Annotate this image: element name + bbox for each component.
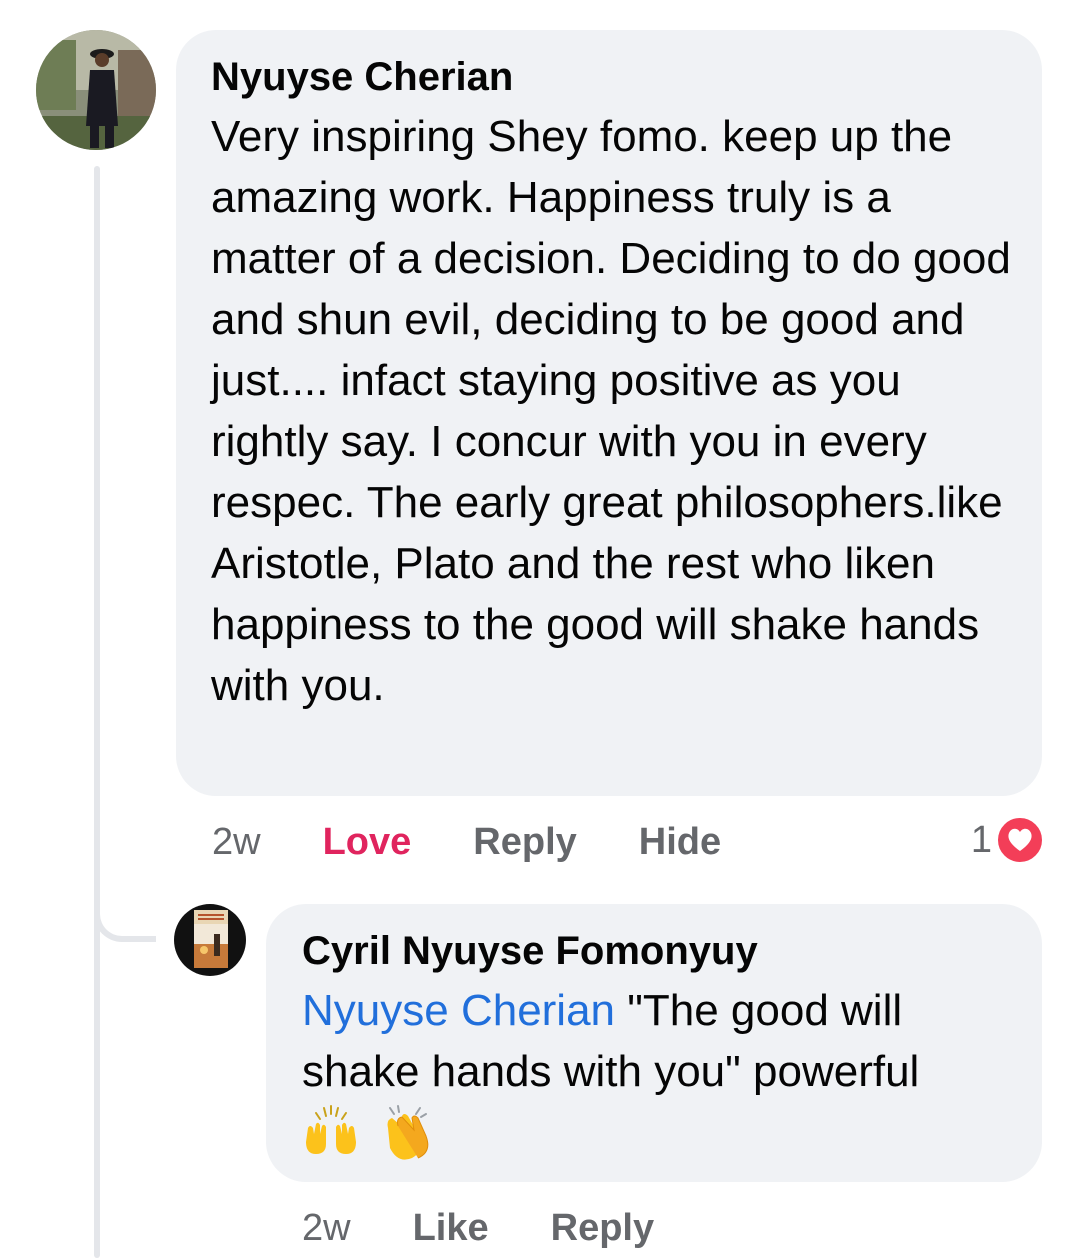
comment-bubble: Nyuyse Cherian Very inspiring Shey fomo.… [176,30,1042,796]
like-button[interactable]: Like [413,1207,489,1250]
hide-button[interactable]: Hide [639,821,721,864]
comment-actions: 2w Love Reply Hide [212,818,721,866]
reaction-summary[interactable]: 1 [971,816,1044,864]
comment-timestamp[interactable]: 2w [212,821,261,864]
profile-photo-icon [36,30,156,150]
reply-reply-button[interactable]: Reply [551,1207,654,1250]
book-cover-photo-icon [174,904,246,976]
reply-author[interactable]: Cyril Nyuyse Fomonyuy [302,924,1012,978]
thread-connector-elbow [94,880,156,942]
comment-text: Very inspiring Shey fomo. keep up the am… [211,112,1011,710]
reply-button[interactable]: Reply [473,821,576,864]
thread-connector-line [94,166,100,1258]
raising-hands-emoji-icon [302,1104,360,1162]
reaction-count: 1 [970,818,992,861]
reply-actions: 2w Like Reply [302,1204,716,1252]
emoji-row [302,1104,1012,1162]
love-button[interactable]: Love [323,821,412,864]
reply-avatar[interactable] [174,904,246,976]
mention-link[interactable]: Nyuyse Cherian [302,986,615,1035]
avatar[interactable] [36,30,156,150]
reply-timestamp[interactable]: 2w [302,1207,351,1250]
heart-icon [996,816,1044,864]
clapping-hands-emoji-icon [378,1104,436,1162]
reply-text: Nyuyse Cherian "The good will shake hand… [302,980,1012,1102]
reply-bubble: Cyril Nyuyse Fomonyuy Nyuyse Cherian "Th… [266,904,1042,1182]
comment-author[interactable]: Nyuyse Cherian [211,50,1012,104]
